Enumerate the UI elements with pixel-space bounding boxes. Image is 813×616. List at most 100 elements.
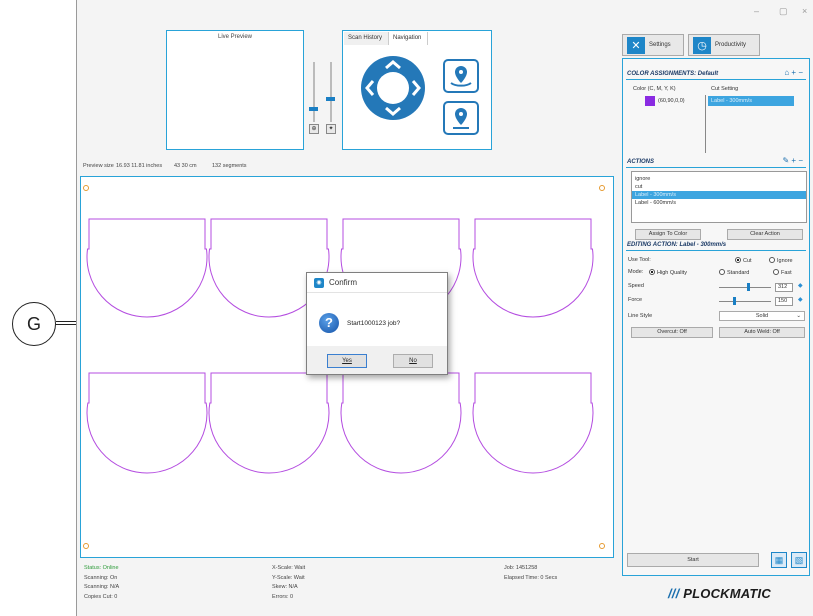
settings-small-button[interactable]: ✦ (326, 124, 336, 134)
preview-size-label: Preview size (83, 163, 114, 169)
force-slider[interactable] (719, 301, 771, 302)
color-value: (60,90,0,0) (658, 98, 685, 104)
speed-input[interactable]: 312 (775, 283, 793, 292)
brand-logo: /// PLOCKMATIC (668, 586, 771, 601)
label-outline (472, 372, 594, 474)
go-to-location-button[interactable] (443, 101, 479, 135)
status-online: Status: Online (84, 565, 119, 571)
radio-icon (773, 269, 779, 275)
use-tool-cut-radio[interactable]: Cut (735, 257, 752, 264)
scan-location-button[interactable] (443, 59, 479, 93)
mode-fast-radio[interactable]: Fast (773, 269, 792, 276)
speed-slider-thumb[interactable] (747, 283, 750, 291)
overcut-button[interactable]: Overcut: Off (631, 327, 713, 338)
speed-label: Speed (628, 283, 644, 289)
dialog-message: Start1000123 job? (347, 320, 401, 327)
question-icon: ? (319, 313, 339, 333)
start-button[interactable]: Start (627, 553, 759, 567)
status-scanning-na: Scanning: N/A (84, 584, 120, 590)
status-scanning: Scanning: On (84, 574, 118, 581)
callout-label: G (12, 302, 56, 346)
force-spinner-icon[interactable]: ◆ (798, 296, 803, 303)
status-job: Job: 1451258 (504, 565, 538, 571)
dpad-icon[interactable] (358, 53, 428, 123)
status-x-scale: X-Scale: Wait (272, 565, 306, 571)
tab-scan-history[interactable]: Scan History (344, 32, 390, 45)
location-pin-icon (453, 108, 469, 129)
zoom-slider-track[interactable] (313, 62, 315, 122)
editing-action-heading: EDITING ACTION: Label - 300mm/s (627, 242, 727, 248)
settings-button[interactable]: ✕ Settings (622, 34, 684, 56)
speed-slider[interactable] (719, 287, 771, 288)
save-icon[interactable]: ▦ (771, 552, 787, 568)
label-outline (340, 372, 462, 474)
productivity-label: Productivity (715, 42, 747, 48)
actions-list[interactable]: ignore cut Label - 300mm/s Label - 600mm… (631, 171, 807, 223)
column-divider (705, 95, 706, 153)
app-icon: ◉ (314, 278, 324, 288)
export-icon[interactable]: ▧ (791, 552, 807, 568)
line-style-select[interactable]: Solid ⌄ (719, 311, 805, 321)
mode-standard-radio[interactable]: Standard (719, 269, 749, 276)
productivity-icon: ◷ (693, 36, 711, 54)
use-tool-label: Use Tool: (628, 257, 651, 263)
color-assignment-tools-icon[interactable]: ⌂ + − (784, 68, 803, 77)
list-item[interactable]: cut (632, 183, 806, 191)
dialog-body: ? Start1000123 job? (307, 294, 447, 346)
segment-count: 132 segments (212, 163, 247, 169)
radio-icon (719, 269, 725, 275)
cut-setting-column-header: Cut Setting (711, 86, 739, 92)
list-item[interactable]: Label - 300mm/s (632, 191, 806, 199)
status-errors: Errors: 0 (272, 593, 294, 600)
mode-high-quality-radio[interactable]: High Quality (649, 269, 687, 276)
force-slider-thumb[interactable] (733, 297, 736, 305)
radio-icon (769, 257, 775, 263)
location-refresh-icon (450, 66, 472, 87)
live-preview-panel: Live Preview (166, 30, 304, 150)
use-tool-ignore-radio[interactable]: Ignore (769, 257, 793, 264)
mode-standard-label: Standard (727, 270, 750, 276)
maximize-button[interactable]: ▢ (779, 6, 788, 17)
tab-navigation[interactable]: Navigation (389, 32, 429, 45)
clear-action-button[interactable]: Clear Action (727, 229, 803, 240)
force-input[interactable]: 150 (775, 297, 793, 306)
auto-weld-button[interactable]: Auto Weld: Off (719, 327, 805, 338)
divider (626, 167, 806, 168)
actions-tools-icon[interactable]: ✎ + − (783, 156, 804, 165)
mode-high-quality-label: High Quality (657, 270, 687, 276)
minimize-button[interactable]: – (754, 6, 759, 16)
productivity-button[interactable]: ◷ Productivity (688, 34, 760, 56)
logo-text: PLOCKMATIC (683, 586, 771, 601)
settings-panel: COLOR ASSIGNMENTS: Default ⌂ + − Color (… (622, 58, 810, 576)
no-button[interactable]: No (393, 354, 433, 368)
navigation-panel: Scan History Navigation (342, 30, 492, 150)
cut-setting-value[interactable]: Label - 300mm/s (708, 96, 794, 106)
list-item[interactable]: ignore (632, 175, 806, 183)
zoom-reset-button[interactable]: ⊕ (309, 124, 319, 134)
assign-to-color-button[interactable]: Assign To Color (635, 229, 701, 240)
contrast-slider-thumb[interactable] (326, 97, 335, 101)
status-column-2: X-Scale: Wait Y-Scale: Wait Skew: N/A Er… (272, 564, 305, 602)
navigation-tabs: Scan History Navigation (344, 32, 490, 45)
close-button[interactable]: × (802, 6, 807, 16)
mode-label: Mode: (628, 269, 644, 275)
yes-button[interactable]: Yes (327, 354, 367, 368)
radio-icon (735, 257, 741, 263)
status-column-3: Job: 1451258 Elapsed Time: 0 Secs (504, 564, 557, 583)
status-copies-cut: Copies Cut: 0 (84, 593, 118, 600)
radio-icon (649, 269, 655, 275)
divider (626, 79, 806, 80)
dialog-footer: Yes No (307, 346, 447, 374)
settings-label: Settings (649, 42, 671, 48)
status-column-1: Status: Online Scanning: On Scanning: N/… (84, 564, 119, 602)
actions-heading: ACTIONS (627, 159, 654, 165)
speed-spinner-icon[interactable]: ◆ (798, 282, 803, 289)
chevron-down-icon: ⌄ (796, 313, 801, 319)
list-item[interactable]: Label - 600mm/s (632, 199, 806, 207)
confirm-dialog: Confirm ◉ ? Start1000123 job? Yes No (306, 272, 448, 375)
color-column-header: Color (C, M, Y, K) (633, 86, 676, 92)
zoom-slider-thumb[interactable] (309, 107, 318, 111)
label-outline (208, 372, 330, 474)
contrast-slider-track[interactable] (330, 62, 332, 122)
dialog-title: Confirm (329, 278, 358, 287)
